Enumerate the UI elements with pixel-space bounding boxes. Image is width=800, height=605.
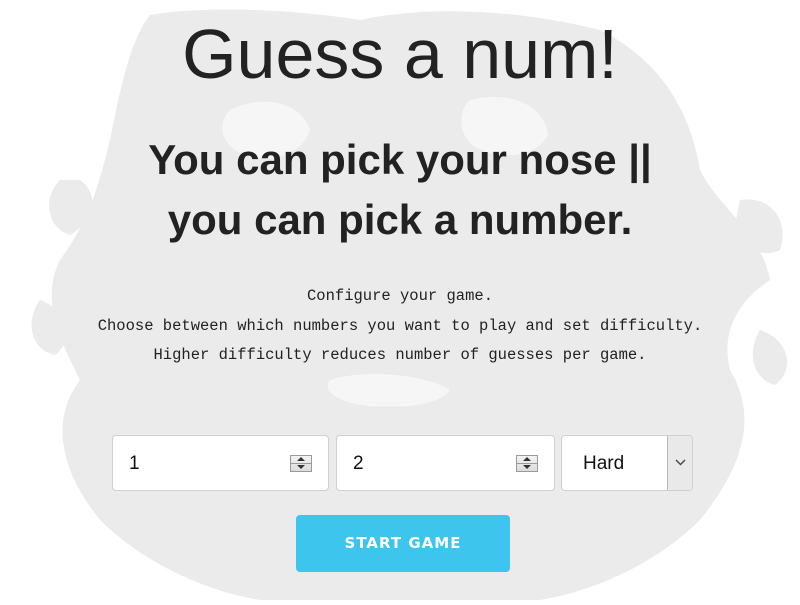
spinner-up-button[interactable] — [517, 456, 537, 464]
max-number-value: 2 — [353, 453, 364, 474]
subtitle-line: you can pick a number. — [167, 196, 633, 243]
start-game-button[interactable]: START GAME — [296, 515, 510, 572]
page-title: Guess a num! — [182, 15, 618, 93]
up-down-spinner-icon[interactable] — [290, 455, 312, 472]
spinner-down-button[interactable] — [291, 464, 311, 471]
instruction-line: Configure your game. — [306, 287, 494, 305]
subtitle-line: You can pick your nose || — [148, 136, 652, 183]
min-number-input[interactable]: 1 — [112, 435, 329, 491]
min-number-value: 1 — [129, 453, 140, 474]
chevron-down-icon — [675, 459, 686, 466]
difficulty-dropdown-button[interactable] — [667, 436, 692, 490]
max-number-input[interactable]: 2 — [336, 435, 555, 491]
spinner-up-button[interactable] — [291, 456, 311, 464]
spinner-down-button[interactable] — [517, 464, 537, 471]
game-setup-screen: Guess a num! You can pick your nose || y… — [0, 0, 800, 605]
up-down-spinner-icon[interactable] — [516, 455, 538, 472]
instruction-line: Choose between which numbers you want to… — [97, 316, 703, 335]
instruction-line: Higher difficulty reduces number of gues… — [153, 346, 647, 364]
instructions-text: Configure your game. Choose between whic… — [0, 282, 800, 371]
difficulty-selected-value: Hard — [583, 453, 625, 474]
page-subtitle: You can pick your nose || you can pick a… — [0, 130, 800, 250]
difficulty-select[interactable]: Hard — [561, 435, 693, 491]
